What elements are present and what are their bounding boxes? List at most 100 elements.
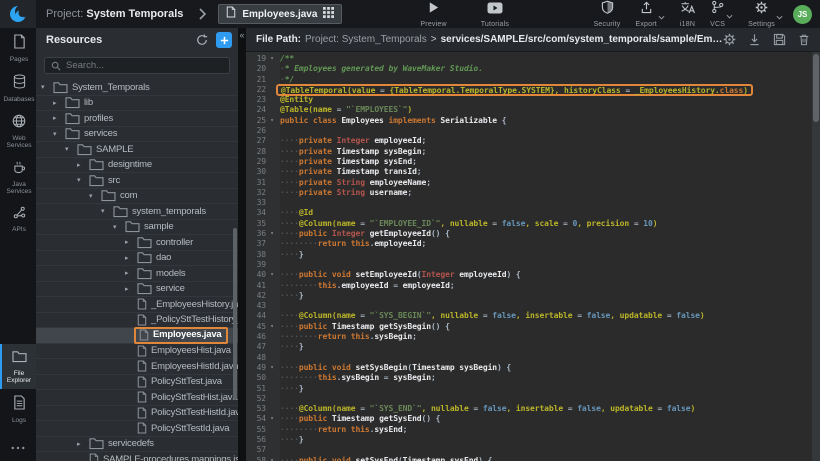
fold-arrow-icon[interactable]: ▾ [266, 363, 278, 373]
tree-folder-dao[interactable]: ▸dao [36, 251, 238, 267]
code-line-25[interactable]: 25▾public class Employees implements Ser… [246, 116, 812, 126]
code-line-55[interactable]: 55········return this.sysEnd; [246, 425, 812, 435]
expand-arrow[interactable]: ▸ [53, 99, 65, 107]
tree-file-policystttesthistid-java[interactable]: PolicySttTestHistId.java [36, 406, 238, 422]
code-line-49[interactable]: 49▾····public void setSysBegin(Timestamp… [246, 363, 812, 373]
code-line-30[interactable]: 30····private Timestamp transId; [246, 167, 812, 177]
fold-arrow-icon[interactable]: ▾ [266, 270, 278, 280]
project-name[interactable]: System Temporals [86, 8, 183, 20]
code-line-53[interactable]: 53····@Column(name = "`SYS_END`", nullab… [246, 404, 812, 414]
tutorials-button[interactable]: Tutorials [481, 1, 509, 28]
code-line-42[interactable]: 42····} [246, 291, 812, 301]
expand-arrow[interactable]: ▾ [77, 176, 89, 184]
preview-button[interactable]: Preview [420, 1, 446, 28]
code-line-39[interactable]: 39 [246, 260, 812, 270]
code-line-47[interactable]: 47····} [246, 342, 812, 352]
fold-arrow-icon[interactable]: ▾ [266, 229, 278, 239]
settings-button[interactable]: Settings [748, 1, 775, 28]
caret-down-icon[interactable] [726, 6, 733, 24]
tree-file-employeeshist-java[interactable]: EmployeesHist.java [36, 344, 238, 360]
fold-arrow-icon[interactable]: ▾ [266, 54, 278, 64]
code-line-28[interactable]: 28····private Timestamp sysBegin; [246, 147, 812, 157]
expand-arrow[interactable]: ▾ [89, 192, 101, 200]
tree-file-employees-java[interactable]: Employees.java [36, 328, 238, 344]
download-icon[interactable] [748, 33, 761, 46]
code-line-19[interactable]: 19▾/** [246, 54, 812, 64]
code-line-58[interactable]: 58▾····public void setSysEnd(Timestamp s… [246, 456, 812, 461]
expand-arrow[interactable]: ▸ [125, 254, 137, 262]
rail-item-java-services[interactable]: Java Services [0, 154, 36, 200]
expand-arrow[interactable]: ▾ [113, 223, 125, 231]
tree-file-policystttest-java[interactable]: PolicySttTest.java [36, 375, 238, 391]
rail-item-logs[interactable]: Logs [0, 389, 36, 429]
code-line-34[interactable]: 34····@Id [246, 208, 812, 218]
security-button[interactable]: Security [594, 0, 621, 28]
tree-scrollbar[interactable] [233, 228, 237, 400]
tree-folder-com[interactable]: ▾com [36, 189, 238, 205]
avatar[interactable]: JS [793, 5, 812, 24]
rail-item-file-explorer[interactable]: File Explorer [0, 344, 36, 389]
trash-icon[interactable] [798, 33, 810, 46]
code-editor[interactable]: 19▾/**20·* Employees generated by WaveMa… [246, 52, 820, 461]
tab-employees-java[interactable]: Employees.java [218, 4, 342, 24]
gear-icon[interactable] [723, 33, 736, 46]
rail-item-pages[interactable]: Pages [0, 28, 36, 68]
tree-file-employeeshistory-java[interactable]: _EmployeesHistory.java [36, 297, 238, 313]
code-line-57[interactable]: 57 [246, 445, 812, 455]
code-line-50[interactable]: 50········this.sysBegin = sysBegin; [246, 373, 812, 383]
editor-scrollbar-thumb[interactable] [813, 54, 819, 122]
code-line-46[interactable]: 46········return this.sysBegin; [246, 332, 812, 342]
expand-arrow[interactable]: ▸ [77, 440, 89, 448]
tree-folder-src[interactable]: ▾src [36, 173, 238, 189]
expand-arrow[interactable]: ▸ [125, 285, 137, 293]
code-line-44[interactable]: 44····@Column(name = "`SYS_BEGIN`", null… [246, 311, 812, 321]
caret-down-icon[interactable] [776, 7, 783, 25]
tree-file-policystttesthistory-java[interactable]: _PolicySttTestHistory.java [36, 313, 238, 329]
code-line-22[interactable]: 22@TableTemporal(value = {TableTemporal.… [246, 85, 812, 95]
tree-folder-designtime[interactable]: ▸designtime [36, 158, 238, 174]
expand-arrow[interactable]: ▸ [53, 114, 65, 122]
expand-arrow[interactable]: ▾ [53, 130, 65, 138]
fold-arrow-icon[interactable]: ▾ [266, 116, 278, 126]
code-line-35[interactable]: 35····@Column(name = "`EMPLOYEE_ID`", nu… [246, 219, 812, 229]
code-line-33[interactable]: 33 [246, 198, 812, 208]
search-input[interactable] [66, 60, 223, 71]
rail-item-apis[interactable]: APIs [0, 200, 36, 238]
tree-folder-lib[interactable]: ▸lib [36, 96, 238, 112]
code-line-54[interactable]: 54▾····public Timestamp getSysEnd() { [246, 414, 812, 424]
refresh-button[interactable] [196, 34, 208, 46]
code-line-37[interactable]: 37········return this.employeeId; [246, 239, 812, 249]
code-line-52[interactable]: 52 [246, 394, 812, 404]
code-line-26[interactable]: 26 [246, 126, 812, 136]
expand-arrow[interactable]: ▸ [125, 238, 137, 246]
fold-arrow-icon[interactable]: ▾ [266, 414, 278, 424]
expand-arrow[interactable]: ▸ [77, 161, 89, 169]
tree-folder-profiles[interactable]: ▸profiles [36, 111, 238, 127]
tree-folder-system-temporals[interactable]: ▾system_temporals [36, 204, 238, 220]
code-line-27[interactable]: 27····private Integer employeeId; [246, 136, 812, 146]
code-line-24[interactable]: 24@Table(name = "`EMPLOYEES`") [246, 105, 812, 115]
tree-folder-sample[interactable]: ▾SAMPLE [36, 142, 238, 158]
tree-folder-models[interactable]: ▸models [36, 266, 238, 282]
caret-down-icon[interactable] [658, 7, 665, 25]
expand-arrow[interactable]: ▸ [125, 269, 137, 277]
panel-divider[interactable]: « [238, 28, 246, 461]
expand-arrow[interactable]: ▾ [101, 207, 113, 215]
code-line-48[interactable]: 48 [246, 353, 812, 363]
code-line-41[interactable]: 41········this.employeeId = employeeId; [246, 281, 812, 291]
code-line-51[interactable]: 51····} [246, 384, 812, 394]
rail-item-web-services[interactable]: Web Services [0, 108, 36, 154]
grid-icon[interactable] [323, 5, 334, 23]
tree-folder-servicedefs[interactable]: ▸servicedefs [36, 437, 238, 453]
code-line-31[interactable]: 31····private String employeeName; [246, 178, 812, 188]
code-line-23[interactable]: 23@Entity [246, 95, 812, 105]
code-line-40[interactable]: 40▾····public void setEmployeeId(Integer… [246, 270, 812, 280]
code-line-20[interactable]: 20·* Employees generated by WaveMaker St… [246, 64, 812, 74]
add-file-button[interactable] [216, 32, 232, 48]
tree-folder-system-temporals[interactable]: ▾System_Temporals [36, 80, 238, 96]
fold-arrow-icon[interactable]: ▾ [266, 322, 278, 332]
more-options-button[interactable] [0, 429, 36, 461]
fold-arrow-icon[interactable]: ▾ [266, 456, 278, 461]
code-line-45[interactable]: 45▾····public Timestamp getSysBegin() { [246, 322, 812, 332]
code-line-56[interactable]: 56····} [246, 435, 812, 445]
